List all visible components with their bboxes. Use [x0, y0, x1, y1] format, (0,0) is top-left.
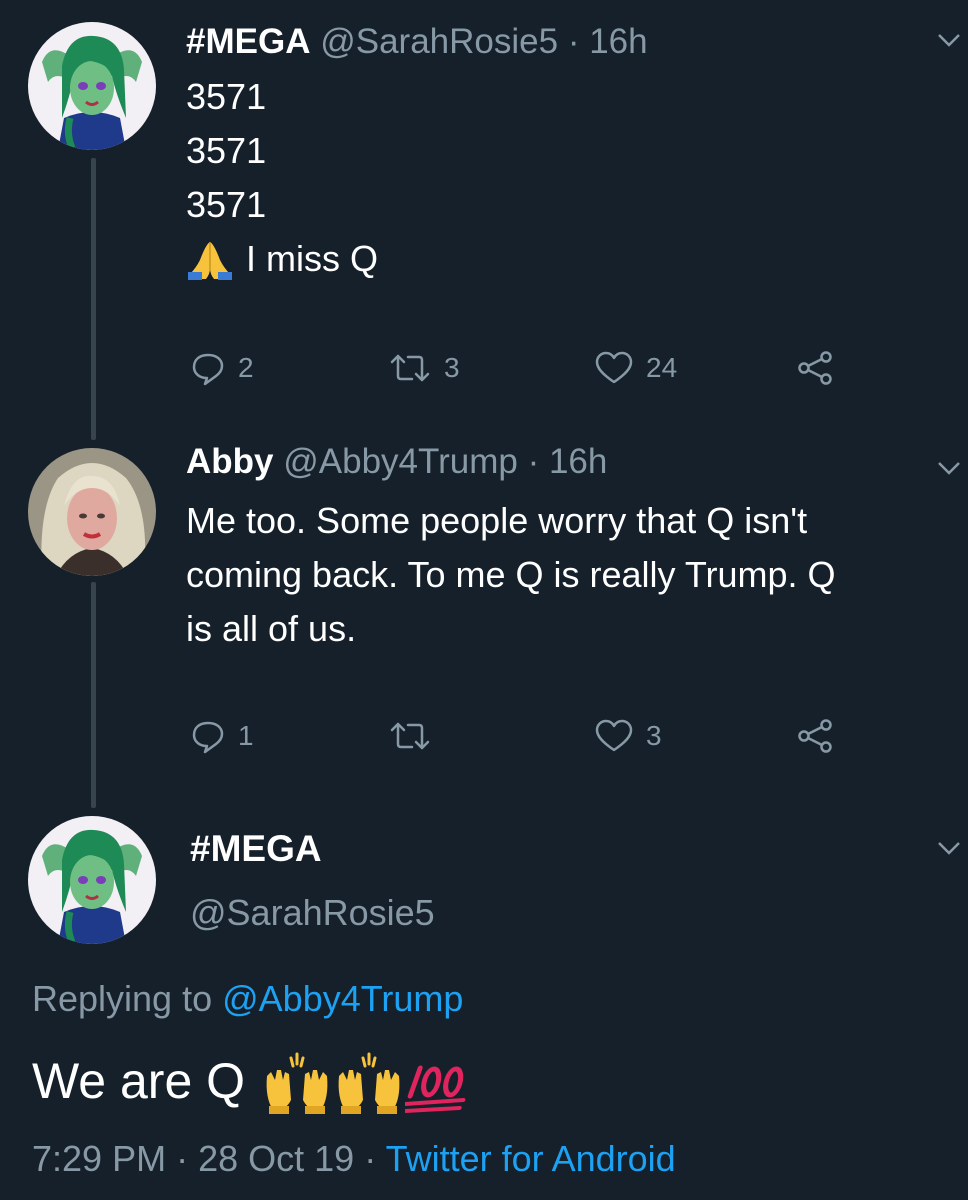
chevron-down-icon[interactable]	[936, 458, 962, 478]
avatar[interactable]	[28, 816, 156, 944]
raising-hands-icon	[338, 1052, 400, 1114]
replying-to: Replying to @Abby4Trump	[32, 976, 463, 1022]
separator: ·	[176, 1138, 189, 1179]
hundred-points-icon	[405, 1065, 466, 1113]
retweet-count: 3	[444, 352, 460, 383]
raising-hands-icon	[266, 1052, 328, 1114]
timestamp[interactable]: 16h	[589, 22, 647, 61]
heart-icon	[595, 719, 633, 752]
tweet-text: 3571 3571 3571 I miss Q	[186, 70, 378, 286]
timestamp[interactable]: 16h	[549, 442, 607, 481]
display-name[interactable]: #MEGA	[186, 22, 310, 61]
tweet-line: Me too. Some people worry that Q isn't	[186, 500, 808, 541]
user-handle[interactable]: @SarahRosie5	[190, 890, 435, 936]
tweet-line: 3571	[186, 76, 267, 117]
tweet-source-link[interactable]: Twitter for Android	[386, 1138, 676, 1179]
chevron-down-icon[interactable]	[936, 838, 962, 858]
tweet-header: #MEGA @SarahRosie5 · 16h	[186, 20, 648, 64]
tweet-text: Me too. Some people worry that Q isn't c…	[186, 494, 836, 656]
like-count: 24	[646, 352, 678, 383]
like-button[interactable]: 3	[594, 716, 662, 756]
like-button[interactable]: 24	[594, 348, 677, 388]
tweet-line: is all of us.	[186, 608, 357, 649]
tweet-header: Abby @Abby4Trump · 16h	[186, 440, 607, 484]
retweet-icon	[390, 722, 430, 750]
tweet-line: I miss Q	[246, 238, 378, 279]
tweet-date: 28 Oct 19	[198, 1138, 355, 1179]
share-icon	[798, 719, 832, 753]
tweet-text: We are Q	[32, 1053, 246, 1109]
retweet-icon	[390, 354, 430, 382]
tweet-line: coming back. To me Q is really Trump. Q	[186, 554, 836, 595]
display-name[interactable]: #MEGA	[190, 826, 322, 872]
cartoon-avatar-image	[28, 816, 156, 944]
share-button[interactable]	[796, 716, 834, 756]
separator: ·	[364, 1138, 377, 1179]
folded-hands-icon	[188, 242, 232, 280]
emoji-row	[261, 1048, 477, 1114]
reply-count: 1	[238, 720, 254, 751]
cartoon-avatar-image	[28, 22, 156, 150]
retweet-button[interactable]: 3	[388, 348, 460, 388]
user-handle[interactable]: @SarahRosie5	[320, 22, 558, 61]
tweet-line: 3571	[186, 184, 267, 225]
user-handle[interactable]: @Abby4Trump	[283, 442, 518, 481]
reply-button[interactable]: 2	[190, 348, 254, 388]
tweet-line: 3571	[186, 130, 267, 171]
photo-avatar-image	[28, 448, 156, 576]
share-button[interactable]	[796, 348, 834, 388]
tweet-time: 7:29 PM	[32, 1138, 167, 1179]
reply-count: 2	[238, 352, 254, 383]
share-icon	[798, 351, 832, 385]
separator: ·	[527, 442, 540, 481]
tweet-meta: 7:29 PM · 28 Oct 19 · Twitter for Androi…	[32, 1136, 676, 1182]
replying-prefix: Replying to	[32, 978, 213, 1019]
heart-icon	[595, 351, 633, 384]
separator: ·	[567, 22, 580, 61]
avatar[interactable]	[28, 448, 156, 576]
reply-icon	[192, 353, 224, 386]
reply-button[interactable]: 1	[190, 716, 254, 756]
display-name[interactable]: Abby	[186, 442, 274, 481]
chevron-down-icon[interactable]	[936, 30, 962, 50]
reply-icon	[192, 721, 224, 754]
like-count: 3	[646, 720, 662, 751]
thread-line	[91, 582, 96, 808]
main-tweet-text: We are Q	[32, 1048, 477, 1114]
avatar[interactable]	[28, 22, 156, 150]
retweet-button[interactable]	[388, 716, 444, 756]
tweet-line-with-emoji: I miss Q	[186, 232, 378, 286]
replying-to-link[interactable]: @Abby4Trump	[222, 978, 463, 1019]
thread-line	[91, 158, 96, 440]
